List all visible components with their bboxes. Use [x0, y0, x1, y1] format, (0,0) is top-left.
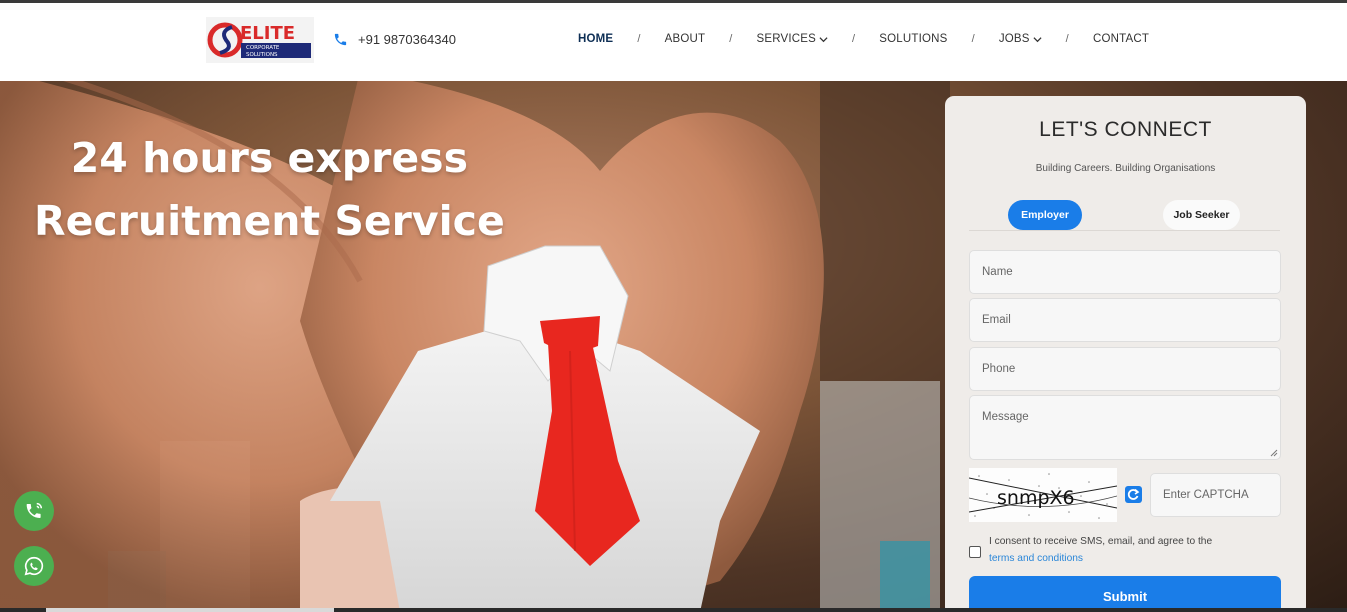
tab-job-seeker[interactable]: Job Seeker — [1163, 200, 1240, 230]
nav-solutions[interactable]: SOLUTIONS — [879, 33, 947, 45]
consent-checkbox[interactable] — [969, 546, 981, 558]
consent-text: I consent to receive SMS, email, and agr… — [989, 536, 1213, 547]
header-phone[interactable]: +91 9870364340 — [333, 32, 456, 47]
phone-call-icon — [26, 502, 43, 518]
form-title: LET'S CONNECT — [1039, 118, 1212, 141]
chevron-down-icon — [1033, 36, 1042, 42]
nav-separator: / — [971, 33, 975, 45]
whatsapp-button[interactable] — [14, 546, 54, 586]
nav-separator: / — [729, 33, 733, 45]
nav-services[interactable]: SERVICES — [756, 33, 828, 45]
resize-grip-icon[interactable] — [1270, 449, 1278, 457]
whatsapp-icon — [24, 556, 44, 576]
phone-number: +91 9870364340 — [358, 32, 456, 47]
main-nav: HOME / ABOUT / SERVICES / SOLUTIONS / JO… — [578, 33, 1149, 45]
svg-text:ELITE: ELITE — [240, 23, 295, 44]
company-logo[interactable]: ELITE CORPORATE SOLUTIONS — [206, 17, 314, 63]
nav-separator: / — [852, 33, 856, 45]
call-button[interactable] — [14, 491, 54, 531]
nav-about[interactable]: ABOUT — [665, 33, 706, 45]
hero-headline: 24 hours express Recruitment Service — [34, 127, 505, 253]
hero-headline-line2: Recruitment Service — [34, 197, 505, 245]
nav-contact[interactable]: CONTACT — [1093, 33, 1149, 45]
svg-text:snmpX6: snmpX6 — [997, 487, 1075, 509]
captcha-input[interactable]: Enter CAPTCHA — [1150, 473, 1281, 517]
phone-icon — [334, 33, 347, 46]
tab-divider — [969, 230, 1280, 231]
message-textarea[interactable]: Message — [969, 395, 1281, 460]
hero-headline-line1: 24 hours express — [70, 134, 468, 182]
svg-text:SOLUTIONS: SOLUTIONS — [246, 52, 278, 58]
captcha-image: snmpX6 — [969, 468, 1117, 522]
phone-input[interactable]: Phone — [969, 347, 1281, 391]
submit-button[interactable]: Submit — [969, 576, 1281, 612]
form-subtitle: Building Careers. Building Organisations — [1035, 163, 1216, 174]
nav-jobs[interactable]: JOBS — [999, 33, 1042, 45]
refresh-captcha-icon[interactable] — [1125, 486, 1142, 503]
consent-row: I consent to receive SMS, email, and agr… — [969, 533, 1212, 567]
terms-link[interactable]: terms and conditions — [989, 550, 1212, 567]
contact-form-panel: LET'S CONNECT Building Careers. Building… — [945, 96, 1306, 612]
tab-employer[interactable]: Employer — [1008, 200, 1082, 230]
site-header: ELITE CORPORATE SOLUTIONS +91 9870364340… — [0, 3, 1347, 81]
name-input[interactable]: Name — [969, 250, 1281, 294]
nav-separator: / — [637, 33, 641, 45]
svg-text:CORPORATE: CORPORATE — [246, 45, 280, 51]
nav-home[interactable]: HOME — [578, 33, 613, 45]
email-input[interactable]: Email — [969, 298, 1281, 342]
nav-separator: / — [1065, 33, 1069, 45]
chevron-down-icon — [819, 36, 828, 42]
horizontal-scrollbar[interactable] — [46, 608, 334, 612]
message-placeholder: Message — [982, 411, 1029, 423]
bottom-border — [0, 608, 1347, 612]
